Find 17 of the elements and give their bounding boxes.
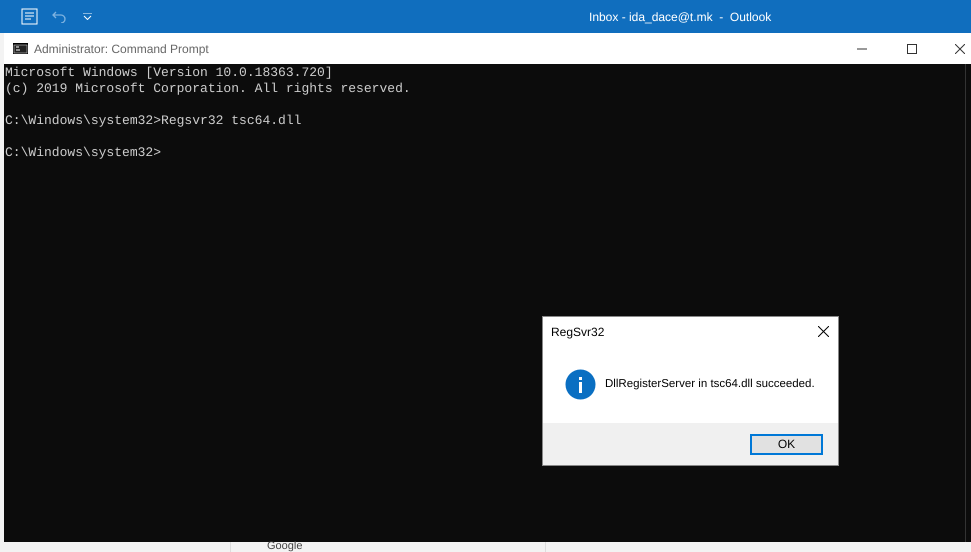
maximize-icon[interactable] bbox=[907, 44, 917, 54]
form-icon[interactable] bbox=[21, 8, 38, 25]
window-title: Inbox - ida_dace@t.mk - Outlook bbox=[589, 8, 772, 26]
window-title: Administrator: Command Prompt bbox=[34, 40, 209, 58]
link-text: Google bbox=[267, 541, 302, 552]
info-icon bbox=[565, 369, 596, 400]
dialog-title: RegSvr32 bbox=[551, 324, 604, 340]
dropdown-icon[interactable] bbox=[83, 13, 92, 20]
console-line: C:\Windows\system32>Regsvr32 tsc64.dll bbox=[5, 113, 302, 129]
close-icon[interactable] bbox=[955, 44, 965, 54]
dialog-message: DllRegisterServer in tsc64.dll succeeded. bbox=[605, 376, 815, 392]
ok-button[interactable]: OK bbox=[750, 434, 823, 454]
console-icon bbox=[13, 43, 28, 54]
console-line: (c) 2019 Microsoft Corporation. All rights reserved. bbox=[5, 81, 411, 97]
close-icon[interactable] bbox=[818, 326, 829, 337]
console-line: C:\Windows\system32> bbox=[5, 145, 162, 161]
console-line: Microsoft Windows [Version 10.0.18363.720] bbox=[5, 65, 333, 81]
